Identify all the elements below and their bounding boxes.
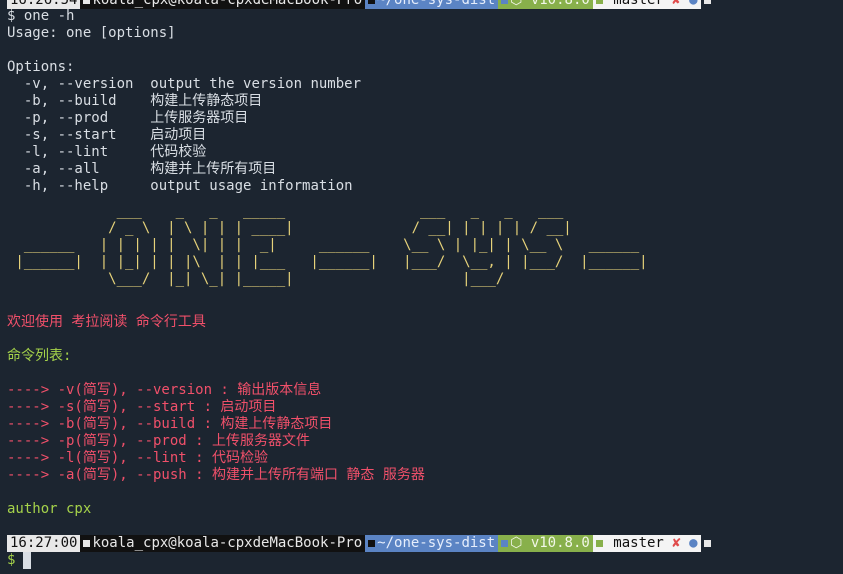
git-status-dot-icon: ● <box>689 0 698 8</box>
options-title: Options: <box>7 59 75 75</box>
option-row: -h, --help output usage information <box>7 178 353 195</box>
segment-separator-icon <box>368 0 376 4</box>
prompt-status-bar-top: 16:26:54 koala_cpx@koala-cpxdeMacBook-Pr… <box>7 0 716 9</box>
option-desc: 代码校验 <box>150 144 207 160</box>
author-line: author cpx <box>7 501 92 517</box>
segment-separator-icon <box>368 539 376 547</box>
prompt-node-version: v10.8.0 <box>530 0 590 8</box>
prompt-user: koala_cpx@koala-cpxdeMacBook-Pro <box>92 535 363 551</box>
segment-separator-icon <box>83 539 91 547</box>
option-desc: 构建并上传所有项目 <box>150 161 277 177</box>
git-dirty-icon: ✘ <box>672 0 681 8</box>
prompt-git-branch: master <box>613 0 664 8</box>
option-row: -v, --version output the version number <box>7 76 361 93</box>
segment-separator-icon <box>501 539 509 547</box>
git-dirty-icon: ✘ <box>672 535 681 551</box>
option-desc: 构建上传静态项目 <box>150 93 263 109</box>
prompt-git-segment: master ✘ ● <box>592 0 701 9</box>
prompt-user: koala_cpx@koala-cpxdeMacBook-Pro <box>92 0 363 8</box>
segment-separator-icon <box>595 0 603 4</box>
command-list-item: ----> -l(简写), --lint : 代码检验 <box>7 450 269 466</box>
prompt-dollar: $ <box>7 552 16 568</box>
segment-separator-icon <box>703 539 711 547</box>
segment-separator-icon <box>83 0 91 4</box>
option-desc: output usage information <box>150 178 353 194</box>
node-hexagon-icon: ⬡ <box>510 535 531 551</box>
input-prompt-line[interactable]: $ <box>7 552 32 569</box>
usage-line: Usage: one [options] <box>7 25 176 41</box>
prompt-path: ~/one-sys-dist <box>377 0 496 8</box>
prompt-path-segment: ~/one-sys-dist <box>365 0 499 9</box>
option-flag: -s, --start <box>7 127 151 143</box>
segment-separator-icon <box>501 0 509 4</box>
option-flag: -p, --prod <box>7 110 151 126</box>
option-desc: 上传服务器项目 <box>150 110 249 126</box>
prompt-node-segment: ⬡ v10.8.0 <box>498 535 593 552</box>
command-list-title: 命令列表: <box>7 348 72 364</box>
terminal-window[interactable]: 16:26:54 koala_cpx@koala-cpxdeMacBook-Pr… <box>0 0 843 574</box>
option-flag: -h, --help <box>7 178 151 194</box>
prompt-node-version: v10.8.0 <box>530 535 590 551</box>
ascii-banner: ___ _ _ _____ ___ _ _ ___ / _ \ | \ | | … <box>15 203 648 287</box>
prompt-user-segment: koala_cpx@koala-cpxdeMacBook-Pro <box>80 0 366 9</box>
option-desc: output the version number <box>150 76 362 92</box>
prompt-git-branch: master <box>613 535 664 551</box>
option-row: -b, --build 构建上传静态项目 <box>7 93 262 110</box>
option-flag: -l, --lint <box>7 144 151 160</box>
prompt-time: 16:27:00 <box>7 535 81 552</box>
prompt-user-segment: koala_cpx@koala-cpxdeMacBook-Pro <box>80 535 366 552</box>
option-flag: -b, --build <box>7 93 151 109</box>
prompt-path: ~/one-sys-dist <box>377 535 496 551</box>
prompt-status-bar-bottom: 16:27:00 koala_cpx@koala-cpxdeMacBook-Pr… <box>7 535 716 552</box>
prompt-end-segment <box>700 0 716 9</box>
option-flag: -a, --all <box>7 161 151 177</box>
command-list-item: ----> -v(简写), --version : 输出版本信息 <box>7 382 322 398</box>
segment-separator-icon <box>703 0 711 4</box>
prompt-path-segment: ~/one-sys-dist <box>365 535 499 552</box>
option-row: -l, --lint 代码校验 <box>7 144 206 161</box>
option-row: -s, --start 启动项目 <box>7 127 206 144</box>
option-row: -a, --all 构建并上传所有项目 <box>7 161 276 178</box>
welcome-line: 欢迎使用 考拉阅读 命令行工具 <box>7 314 206 330</box>
prompt-node-segment: ⬡ v10.8.0 <box>498 0 593 9</box>
command-list-item: ----> -a(简写), --push : 构建并上传所有端口 静态 服务器 <box>7 467 425 483</box>
prompt-end-segment <box>700 535 716 552</box>
prompt-git-segment: master ✘ ● <box>592 535 701 552</box>
option-row: -p, --prod 上传服务器项目 <box>7 110 248 127</box>
command-list-item: ----> -s(简写), --start : 启动项目 <box>7 399 277 415</box>
node-hexagon-icon: ⬡ <box>510 0 531 8</box>
command-line: $ one -h <box>7 8 75 24</box>
git-status-dot-icon: ● <box>689 535 698 551</box>
option-desc: 启动项目 <box>150 127 207 143</box>
option-flag: -v, --version <box>7 76 151 92</box>
text-cursor[interactable] <box>23 552 32 569</box>
command-list-item: ----> -p(简写), --prod : 上传服务器文件 <box>7 433 311 449</box>
command-list-item: ----> -b(简写), --build : 构建上传静态项目 <box>7 416 333 432</box>
segment-separator-icon <box>595 539 603 547</box>
